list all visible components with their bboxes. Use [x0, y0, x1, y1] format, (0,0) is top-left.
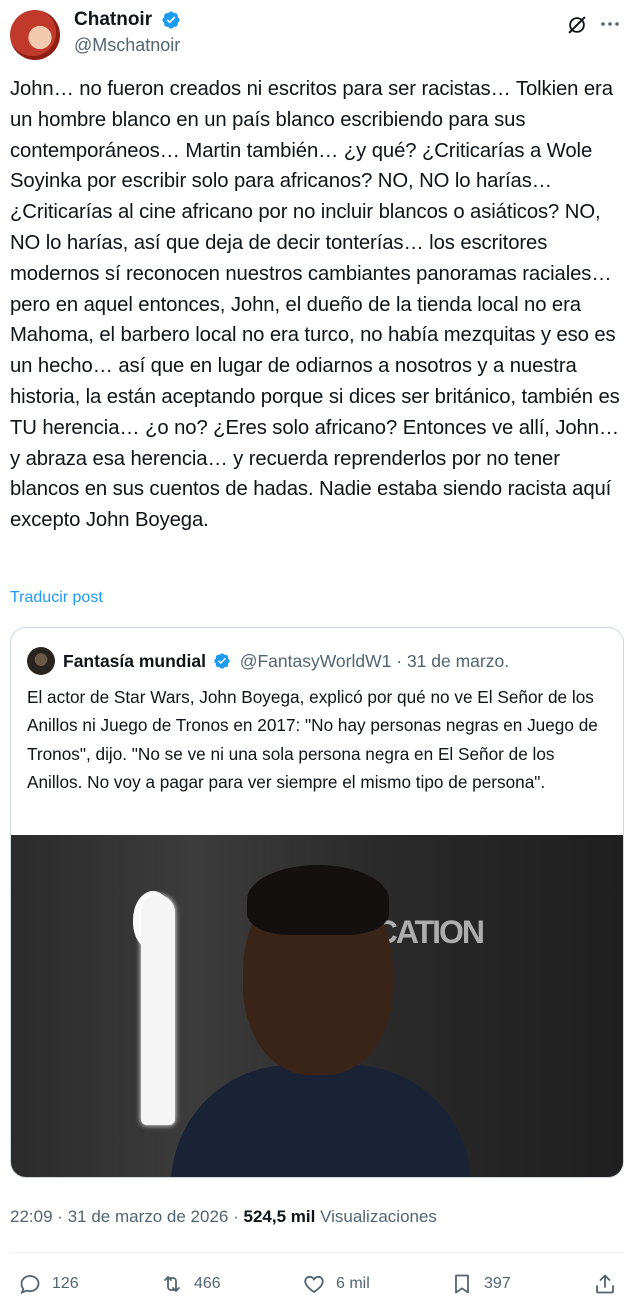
post-time[interactable]: 22:09: [10, 1207, 53, 1226]
verified-badge-icon: [162, 11, 180, 29]
like-count: 6 mil: [336, 1275, 370, 1292]
grok-icon[interactable]: [566, 14, 588, 36]
author-avatar[interactable]: [10, 10, 60, 60]
heart-icon: [304, 1275, 324, 1294]
quoted-author-handle: @FantasyWorldW1: [239, 651, 392, 671]
author-display-name[interactable]: Chatnoir: [74, 8, 152, 32]
divider: [10, 1252, 624, 1253]
quoted-verified-badge-icon: [214, 653, 230, 669]
bookmark-button[interactable]: 397: [450, 1270, 511, 1298]
photo-person-hair: [247, 865, 389, 935]
repost-icon: [164, 1276, 180, 1292]
share-button[interactable]: [593, 1270, 627, 1298]
tweet-text: John… no fueron creados ni escritos para…: [10, 78, 620, 532]
quoted-separator: ·: [396, 651, 403, 671]
bookmark-count: 397: [484, 1275, 511, 1292]
post-date[interactable]: 31 de marzo de 2026: [68, 1207, 229, 1226]
quoted-post-date: 31 de marzo.: [406, 651, 510, 671]
author-handle[interactable]: @Mschatnoir: [74, 32, 181, 58]
share-icon: [596, 1274, 614, 1294]
photo-statue: [141, 895, 175, 1125]
repost-count: 466: [194, 1275, 221, 1292]
quoted-post-card[interactable]: Fantasía mundial @FantasyWorldW1 · 31 de…: [10, 627, 624, 1178]
action-bar: 126 466 6 mil 397: [10, 1270, 624, 1300]
meta-separator: ·: [57, 1207, 63, 1226]
photo-person-suit: [171, 1065, 471, 1177]
reply-icon: [20, 1275, 40, 1295]
quoted-post-text: El actor de Star Wars, John Boyega, expl…: [27, 687, 598, 793]
repost-button[interactable]: 466: [160, 1270, 221, 1298]
author-name-block: Chatnoir @Mschatnoir: [74, 8, 181, 58]
bookmark-icon: [455, 1274, 469, 1294]
reply-count: 126: [52, 1275, 79, 1292]
views-label: Visualizaciones: [320, 1207, 437, 1226]
meta-separator: ·: [233, 1207, 239, 1226]
quoted-post-photo[interactable]: OCATION: [11, 835, 623, 1177]
quoted-post-header: Fantasía mundial @FantasyWorldW1 · 31 de…: [63, 648, 509, 674]
reply-button[interactable]: 126: [18, 1270, 79, 1298]
like-button[interactable]: 6 mil: [302, 1270, 370, 1298]
views-count[interactable]: 524,5 mil: [244, 1207, 316, 1226]
quoted-author-display-name: Fantasía mundial: [63, 651, 206, 671]
translate-post-link[interactable]: Traducir post: [10, 589, 103, 607]
quoted-author-avatar: [27, 647, 55, 675]
tweet-header: Chatnoir @Mschatnoir: [10, 6, 624, 60]
more-options-icon[interactable]: [598, 12, 622, 36]
post-metadata: 22:09 · 31 de marzo de 2026 · 524,5 mil …: [10, 1206, 437, 1228]
